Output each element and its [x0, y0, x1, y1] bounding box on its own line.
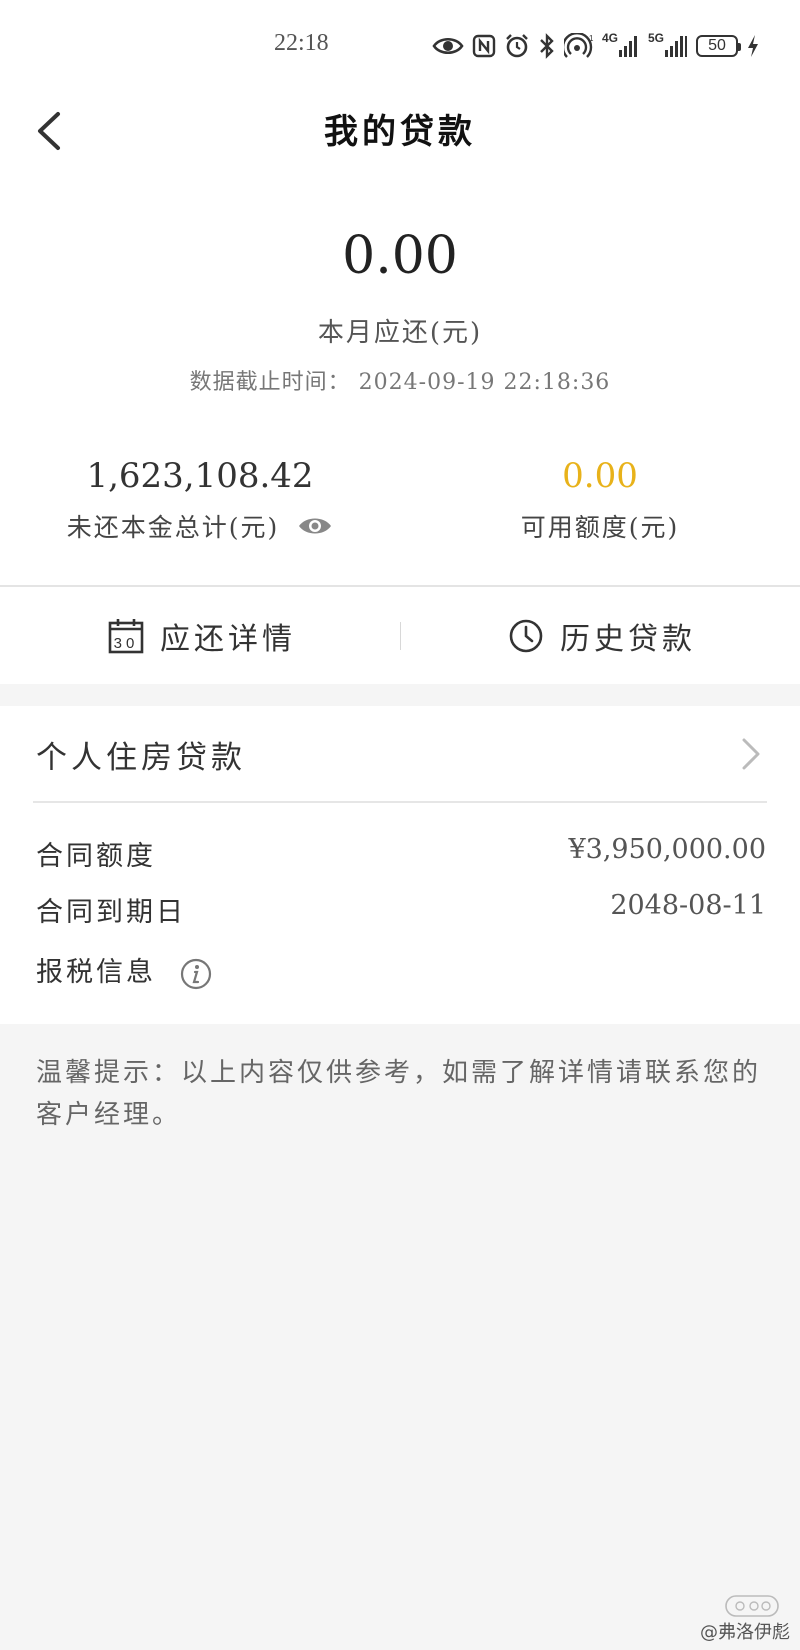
loan-card-header[interactable]: 个人住房贷款 — [0, 706, 800, 802]
repayment-details-label: 应还详情 — [160, 622, 296, 657]
signal-2-label: 5G — [647, 31, 664, 45]
action-separator — [400, 622, 401, 650]
watermark: @弗洛伊彪 — [700, 1618, 790, 1644]
outstanding-principal-label-row: 未还本金总计(元) — [67, 508, 334, 544]
page-title: 我的贷款 — [324, 112, 476, 152]
outstanding-principal-value: 1,623,108.42 — [86, 456, 314, 496]
history-loans-button[interactable]: 历史贷款 — [508, 610, 696, 662]
loan-divider — [33, 801, 767, 803]
weibo-logo-icon — [725, 1595, 779, 1617]
loan-title: 个人住房贷款 — [36, 740, 246, 776]
eye-toggle-icon[interactable] — [297, 514, 333, 538]
tip-text: 温馨提示：以上内容仅供参考，如需了解详情请联系您的客户经理。 — [36, 1058, 762, 1130]
monthly-due-label: 本月应还(元) — [317, 318, 483, 348]
monthly-due-amount: 0.00 — [342, 226, 458, 286]
summary-divider — [0, 585, 800, 587]
status-icons: 1 4G 5G 50 — [432, 30, 760, 62]
loan-card: 个人住房贷款 合同额度 ¥3,950,000.00 合同到期日 2048-08-… — [0, 706, 800, 1024]
maturity-date-value: 2048-08-11 — [610, 890, 766, 921]
clock-icon — [509, 619, 543, 653]
available-credit-label-row: 可用额度(元) — [521, 508, 680, 544]
signal-2-icon — [665, 36, 687, 57]
svg-text:1: 1 — [589, 34, 594, 43]
available-credit-block: 0.00 可用额度(元) — [400, 456, 800, 544]
calendar-icon: 30 — [108, 619, 144, 654]
signal-1-label: 4G — [601, 31, 618, 45]
maturity-date-label: 合同到期日 — [36, 897, 186, 928]
outstanding-principal-block: 1,623,108.42 未还本金总计(元) — [0, 456, 400, 544]
outstanding-principal-label: 未还本金总计(元) — [66, 513, 280, 542]
available-credit-label: 可用额度(元) — [520, 513, 680, 542]
alarm-icon — [506, 34, 528, 58]
calendar-day: 30 — [114, 635, 139, 652]
nfc-icon — [472, 34, 496, 58]
info-icon[interactable] — [180, 958, 212, 990]
data-cutoff-time: 数据截止时间： 2024-09-19 22:18:36 — [189, 370, 611, 395]
tax-info-row[interactable]: 报税信息 — [36, 950, 212, 990]
hotspot-icon: 1 — [563, 33, 594, 58]
chevron-right-icon — [742, 738, 760, 770]
battery-icon: 50 — [696, 35, 741, 57]
contract-amount-value: ¥3,950,000.00 — [568, 834, 766, 865]
repayment-details-button[interactable]: 30 应还详情 — [108, 610, 296, 662]
watermark-text: @弗洛伊彪 — [700, 1622, 790, 1643]
available-credit-value: 0.00 — [562, 456, 638, 496]
contract-amount-label: 合同额度 — [36, 841, 156, 872]
signal-1-icon — [618, 36, 637, 57]
tax-info-label: 报税信息 — [36, 957, 156, 988]
eye-comfort-icon — [432, 37, 464, 55]
history-loans-label: 历史贷款 — [560, 622, 696, 657]
battery-level: 50 — [708, 37, 726, 54]
charging-icon — [748, 35, 758, 57]
status-time: 22:18 — [274, 30, 329, 56]
bluetooth-icon — [540, 33, 554, 59]
